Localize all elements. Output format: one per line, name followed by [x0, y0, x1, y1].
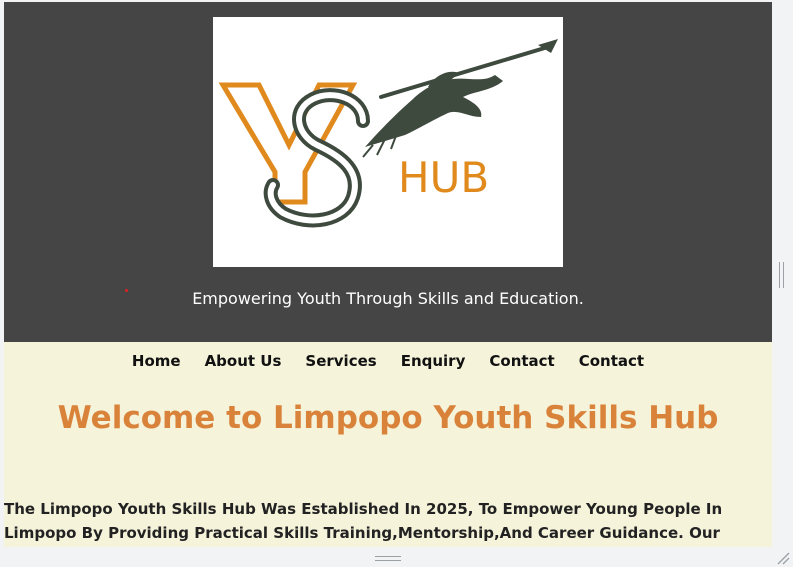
page-viewport: HUB Empowering Youth Through Skills and … — [4, 2, 772, 547]
page-title: Welcome to Limpopo Youth Skills Hub — [57, 400, 719, 436]
tagline: Empowering Youth Through Skills and Educ… — [192, 289, 584, 308]
bottom-panel-resize-handle[interactable] — [375, 556, 401, 561]
resize-corner-icon[interactable] — [776, 551, 790, 565]
logo-graphic: HUB — [218, 39, 558, 228]
ys-hub-logo[interactable]: HUB — [213, 17, 563, 267]
nav-enquiry[interactable]: Enquiry — [401, 352, 466, 370]
main-nav: Home About Us Services Enquiry Contact C… — [4, 352, 772, 370]
side-panel-resize-handle[interactable] — [779, 262, 784, 288]
nav-services[interactable]: Services — [305, 352, 376, 370]
nav-contact[interactable]: Contact — [489, 352, 554, 370]
nav-about-us[interactable]: About Us — [205, 352, 282, 370]
site-header: HUB Empowering Youth Through Skills and … — [4, 2, 772, 342]
logo-hub-text: HUB — [398, 153, 489, 202]
nav-home[interactable]: Home — [132, 352, 181, 370]
nav-contact-2[interactable]: Contact — [579, 352, 644, 370]
intro-paragraph: The Limpopo Youth Skills Hub Was Establi… — [4, 500, 723, 542]
